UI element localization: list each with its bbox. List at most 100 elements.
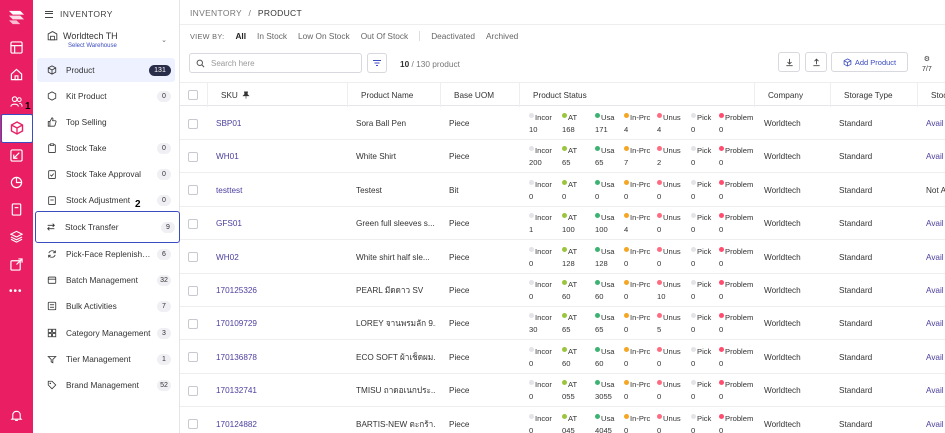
sku-link[interactable]: 170125326: [216, 274, 341, 307]
sku-link[interactable]: GFS01: [216, 207, 341, 240]
table-row[interactable]: WH01 White Shirt Piece Incor 200 AT 65 Usa 65 In-…: [180, 140, 945, 174]
sku-link[interactable]: 170132741: [216, 374, 341, 407]
chevron-down-icon[interactable]: ⌄: [161, 36, 167, 44]
more-icon[interactable]: •••: [9, 286, 23, 297]
stock-status[interactable]: Avail: [926, 408, 945, 433]
stock-status[interactable]: Avail: [926, 107, 945, 140]
sidebar-item-kit-product[interactable]: Kit Product 0: [37, 84, 175, 108]
row-checkbox[interactable]: [188, 385, 198, 396]
filter-button[interactable]: [367, 53, 387, 73]
sidebar-item-bulk-activities[interactable]: Bulk Activities 7: [37, 294, 175, 318]
status-value: 0: [657, 258, 662, 268]
column-storage-type[interactable]: Storage Type: [831, 83, 918, 107]
warehouse-selector[interactable]: Worldtech TH Select Warehouse ⌄: [47, 30, 171, 49]
tab-in-stock[interactable]: In Stock: [257, 31, 287, 41]
table-row[interactable]: 170132741 TMISU ถาดอเนกประ... Piece Incor 0 A…: [180, 374, 945, 408]
document-icon[interactable]: [9, 202, 24, 217]
tab-out-of-stock[interactable]: Out Of Stock: [361, 31, 409, 41]
bell-icon[interactable]: [9, 408, 24, 423]
sku-link[interactable]: 170109729: [216, 307, 341, 340]
column-base-uom[interactable]: Base UOM: [441, 83, 520, 107]
stock-status[interactable]: Avail: [926, 140, 945, 173]
sidebar-item-stock-adjustment[interactable]: Stock Adjustment 0: [37, 188, 175, 212]
sidebar-item-batch-management[interactable]: Batch Management 32: [37, 268, 175, 292]
report-pie-icon[interactable]: [9, 175, 24, 190]
table-row[interactable]: 170124882 BARTIS-NEW ตะกร้า... Piece Incor 0…: [180, 408, 945, 433]
tab-archived[interactable]: Archived: [486, 31, 518, 41]
row-checkbox[interactable]: [188, 285, 198, 296]
hamburger-icon[interactable]: [45, 10, 53, 18]
layers-icon[interactable]: [9, 229, 24, 244]
status-1: AT 045: [562, 412, 596, 433]
sidebar-item-stock-take-approval[interactable]: Stock Take Approval 0: [37, 162, 175, 186]
sidebar-item-stock-transfer[interactable]: Stock Transfer 9: [35, 211, 180, 243]
users-icon[interactable]: [9, 94, 24, 109]
download-button[interactable]: [778, 52, 800, 72]
sku-link[interactable]: 170124882: [216, 408, 341, 433]
status-label: Pick: [697, 246, 712, 256]
stock-status[interactable]: Avail: [926, 207, 945, 240]
upload-button[interactable]: [805, 52, 827, 72]
external-link-icon[interactable]: [9, 257, 24, 272]
row-checkbox[interactable]: [188, 252, 198, 263]
sidebar-item-top-selling[interactable]: Top Selling: [37, 110, 175, 134]
table-row[interactable]: WH02 White shirt half sle... Piece Incor 0 AT…: [180, 241, 945, 274]
sidebar-item-category-management[interactable]: Category Management 3: [37, 321, 175, 345]
status-label: Problem: [725, 146, 754, 156]
sku-link[interactable]: WH02: [216, 241, 341, 274]
table-row[interactable]: 170136878 ECO SOFT ผ้าเช็ดผม... Piece Incor…: [180, 341, 945, 374]
stock-status[interactable]: Avail: [926, 241, 945, 274]
sidebar-item-stock-take[interactable]: Stock Take 0: [37, 136, 175, 160]
search-input[interactable]: [211, 58, 351, 68]
column-product-name[interactable]: Product Name: [348, 83, 441, 107]
sku-link[interactable]: testtest: [216, 174, 341, 207]
select-warehouse-link[interactable]: Select Warehouse: [68, 43, 171, 49]
tab-deactivated[interactable]: Deactivated: [431, 31, 475, 41]
sidebar-item-pick-face-replenishment[interactable]: Pick-Face Replenishment 6: [37, 242, 175, 266]
table-row[interactable]: testtest Testest Bit Incor 0 AT 0 Usa 0 In-Prc 0 Un…: [180, 174, 945, 207]
table-row[interactable]: 170125326 PEARL มีดดาว SV Piece Incor 0 AT 60 U…: [180, 274, 945, 307]
row-checkbox-cell: [188, 274, 198, 307]
column-settings[interactable]: ⚙ 7/7: [922, 55, 932, 75]
row-checkbox[interactable]: [188, 318, 198, 329]
status-6: Problem 0: [719, 111, 753, 137]
status-label: In-Prc: [630, 213, 651, 223]
column-sku[interactable]: SKU: [208, 83, 348, 107]
row-checkbox[interactable]: [188, 151, 198, 162]
select-all-checkbox[interactable]: [188, 90, 198, 100]
row-checkbox[interactable]: [188, 218, 198, 229]
row-checkbox[interactable]: [188, 419, 198, 430]
add-product-button[interactable]: Add Product: [831, 52, 908, 72]
sku-link[interactable]: WH01: [216, 140, 341, 173]
app-logo-icon[interactable]: [7, 9, 26, 26]
sku-link[interactable]: SBP01: [216, 107, 341, 140]
row-checkbox[interactable]: [188, 118, 198, 129]
sidebar-item-tier-management[interactable]: Tier Management 1: [37, 347, 175, 371]
stock-status[interactable]: Avail: [926, 307, 945, 340]
stock-status[interactable]: Avail: [926, 341, 945, 374]
table-row[interactable]: SBP01 Sora Ball Pen Piece Incor 10 AT 168 Usa 17…: [180, 107, 945, 140]
tab-low-on-stock[interactable]: Low On Stock: [298, 31, 350, 41]
sidebar-item-brand-management[interactable]: Brand Management 52: [37, 373, 175, 397]
sidebar-item-product[interactable]: Product 131: [37, 58, 175, 82]
row-checkbox[interactable]: [188, 185, 198, 196]
pin-icon[interactable]: [242, 91, 250, 99]
home-icon[interactable]: [9, 67, 24, 82]
tab-all[interactable]: All: [235, 31, 246, 41]
column-stock[interactable]: Stoc: [918, 83, 945, 107]
column-product-status[interactable]: Product Status: [520, 83, 755, 107]
inventory-rail-item[interactable]: [1, 114, 33, 143]
stock-status[interactable]: Avail: [926, 374, 945, 407]
breadcrumb-root[interactable]: INVENTORY: [190, 8, 242, 18]
table-row[interactable]: GFS01 Green full sleeves s... Piece Incor 1 A…: [180, 207, 945, 241]
dashboard-icon[interactable]: [9, 40, 24, 55]
row-checkbox[interactable]: [188, 352, 198, 363]
sku-link[interactable]: 170136878: [216, 341, 341, 374]
table-row[interactable]: 170109729 LOREY จานพรมลัก 9.... Piece Incor…: [180, 307, 945, 341]
transfer-icon: [46, 222, 56, 232]
stock-status[interactable]: Avail: [926, 274, 945, 307]
inbound-icon[interactable]: [9, 148, 24, 163]
warehouse-icon: [47, 31, 58, 41]
stock-status[interactable]: Not A: [926, 174, 945, 207]
column-company[interactable]: Company: [755, 83, 831, 107]
